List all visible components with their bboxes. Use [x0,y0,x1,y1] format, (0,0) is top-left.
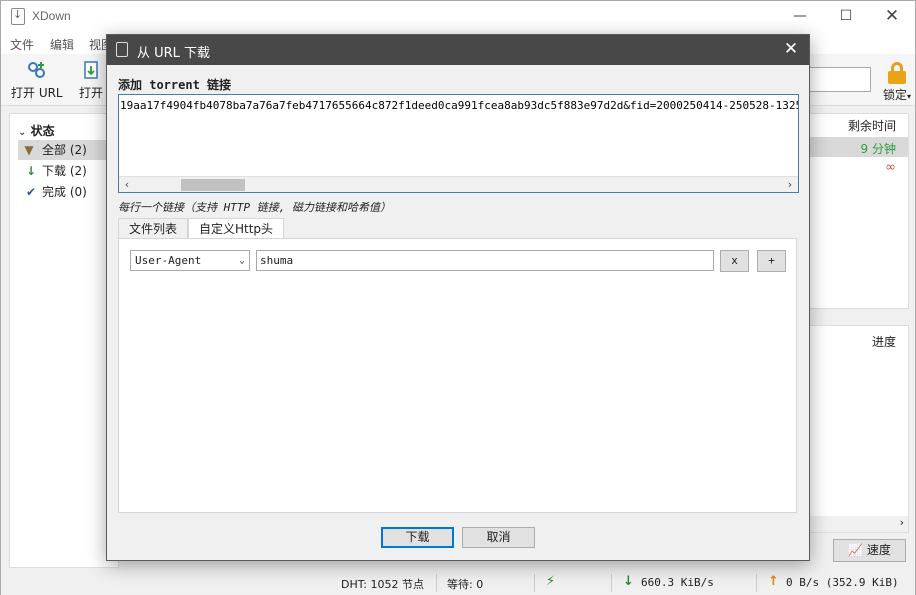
app-title: XDown [32,9,71,23]
collapse-chevron-icon: ⌄ [18,127,27,138]
dialog-title: 从 URL 下载 [137,46,211,61]
filter-completed[interactable]: ✔ 完成 (0) [20,182,120,202]
waiting-status: 等待: 0 [447,578,484,591]
url-hint: 每行一个链接（支持 HTTP 链接, 磁力链接和哈希值） [118,201,391,214]
column-header-remaining[interactable]: 剩余时间 [848,117,896,134]
download-list: 剩余时间 9 分钟 ∞ [807,113,909,309]
lock-label: 锁定 [882,88,907,102]
search-input[interactable] [809,67,871,92]
close-window-button[interactable]: ✕ [869,1,915,32]
dialog-title-bar: 从 URL 下载 ✕ [107,35,809,65]
open-label: 打开 [79,86,104,100]
remove-header-button[interactable]: x [720,250,749,272]
download-arrow-icon: ↓ [25,164,37,178]
filter-downloading[interactable]: ↓ 下载 (2) [20,161,120,181]
url-text: 19aa17f4904fb4078ba7a76a7feb4717655664c8… [120,99,798,112]
lock-dropdown-icon: ▾ [907,92,912,101]
scroll-thumb[interactable] [181,179,245,191]
open-button[interactable]: 打开 [79,60,103,101]
speed-chart-icon: 📈 [848,543,864,557]
link-icon [26,60,48,80]
open-url-button[interactable]: 打开 URL [11,60,63,101]
url-textarea[interactable]: 19aa17f4904fb4078ba7a76a7feb4717655664c8… [118,94,799,193]
column-header-progress[interactable]: 进度 [872,333,896,350]
lock-button[interactable]: 锁定▾ [877,62,916,103]
chevron-down-icon: ⌄ [238,255,245,266]
status-bar: DHT: 1052 节点 等待: 0 ⚡ ↓ 660.3 KiB/s ↑ 0 B… [1,571,915,595]
url-horizontal-scrollbar[interactable]: ‹ › [119,176,798,192]
dht-status: DHT: 1052 节点 [341,578,424,591]
scroll-right-icon[interactable]: › [782,177,798,192]
horizontal-scrollbar[interactable]: › [808,516,908,532]
xdown-logo-icon [11,8,25,25]
lock-icon [888,62,906,84]
maximize-button[interactable]: ☐ [823,1,869,32]
upload-speed-icon: ↑ [768,574,779,589]
menu-edit[interactable]: 编辑 [50,36,74,53]
download-speed-icon: ↓ [623,574,634,589]
minimize-button[interactable]: — [777,1,823,32]
remaining-time: 9 分钟 [860,142,896,156]
speed-button[interactable]: 📈 速度 [833,539,906,562]
header-value-input[interactable]: shuma [256,250,714,271]
funnel-icon: ▼ [24,143,34,157]
title-bar: XDown — ☐ ✕ [1,1,915,32]
tab-file-list[interactable]: 文件列表 [118,218,189,239]
check-icon: ✔ [25,185,37,199]
list-row[interactable]: ∞ [808,158,908,178]
http-headers-panel: User-Agent ⌄ shuma x + [118,238,797,513]
open-url-label: 打开 URL [11,86,63,100]
plug-icon[interactable]: ⚡ [546,574,555,589]
dialog-close-icon[interactable]: ✕ [779,38,803,62]
download-button[interactable]: 下载 [381,527,454,548]
download-speed: 660.3 KiB/s [641,576,714,589]
url-download-dialog: 从 URL 下载 ✕ 添加 torrent 链接 19aa17f4904fb40… [106,34,810,561]
header-name-select[interactable]: User-Agent ⌄ [130,250,250,271]
scroll-left-icon[interactable]: ‹ [119,177,135,192]
remaining-time: ∞ [885,160,896,175]
filter-all[interactable]: ▼ 全部 (2) [18,140,118,160]
open-file-icon [80,60,102,80]
cancel-button[interactable]: 取消 [462,527,535,548]
dialog-heading: 添加 torrent 链接 [118,78,232,92]
tab-custom-http-headers[interactable]: 自定义Http头 [188,218,285,240]
add-header-button[interactable]: + [757,250,786,272]
scroll-right-icon: › [899,516,904,529]
status-tree-heading[interactable]: ⌄ 状态 [18,122,55,139]
list-row[interactable]: 9 分钟 [808,137,908,157]
status-filter-panel: ⌄ 状态 ▼ 全部 (2) ↓ 下载 (2) ✔ 完成 (0) [9,113,119,568]
menu-file[interactable]: 文件 [10,36,34,53]
detail-panel: 进度 › [807,325,909,533]
xdown-logo-icon [116,42,128,57]
upload-speed: 0 B/s (352.9 KiB) [786,576,899,589]
